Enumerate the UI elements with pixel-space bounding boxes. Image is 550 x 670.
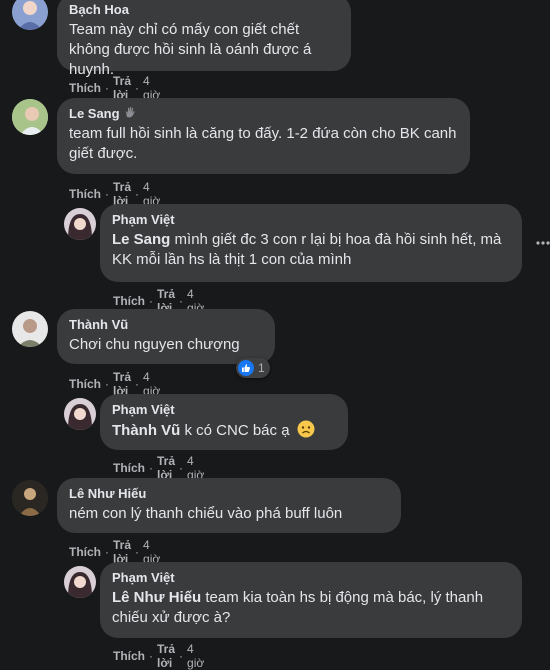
reply-link[interactable]: Trả lời <box>157 642 175 670</box>
separator: · <box>105 81 109 95</box>
comment-bubble: Phạm Việt Le Sang mình giết đc 3 con r l… <box>100 204 522 282</box>
avatar[interactable] <box>12 311 48 347</box>
comment-body: mình giết đc 3 con r lại bị hoa đà hồi s… <box>112 231 502 268</box>
author-name[interactable]: Le Sang <box>69 106 120 122</box>
separator: · <box>179 461 184 475</box>
separator: · <box>179 649 184 663</box>
separator: · <box>149 294 153 308</box>
comment-author[interactable]: Bạch Hoa <box>69 2 339 18</box>
comment-author: Le Sang <box>69 106 458 122</box>
comment-author[interactable]: Lê Như Hiếu <box>69 486 389 502</box>
comment-bubble: Thành Vũ Chơi chu nguyen chượng <box>57 309 275 364</box>
like-link[interactable]: Thích <box>113 461 145 475</box>
comment-text: Lê Như Hiếu team kia toàn hs bị động mà … <box>112 588 510 628</box>
comment-bubble: Lê Như Hiếu ném con lý thanh chiểu vào p… <box>57 478 401 533</box>
frown-emoji-icon <box>297 420 315 444</box>
comment-bubble: Phạm Việt Lê Như Hiếu team kia toàn hs b… <box>100 562 522 638</box>
comment-text: team full hồi sinh là căng to đấy. 1-2 đ… <box>69 125 457 162</box>
comment-text: Le Sang mình giết đc 3 con r lại bị hoa … <box>112 230 510 270</box>
like-link[interactable]: Thích <box>69 187 101 201</box>
comment-actions: Thích · Trả lời · 4 giờ <box>113 642 204 670</box>
separator: · <box>105 377 109 391</box>
comment-author[interactable]: Phạm Việt <box>112 212 510 228</box>
comment-time[interactable]: 4 giờ <box>187 642 204 670</box>
comment-author[interactable]: Phạm Việt <box>112 402 336 418</box>
separator: · <box>179 294 184 308</box>
avatar[interactable] <box>64 566 96 598</box>
separator: · <box>149 649 153 663</box>
comment-bubble: Phạm Việt Thành Vũ k có CNC bác ạ <box>100 394 348 450</box>
avatar[interactable] <box>12 480 48 516</box>
comment-text: ném con lý thanh chiểu vào phá buff luôn <box>69 505 343 522</box>
comment-body: k có CNC bác ạ <box>180 422 290 439</box>
separator: · <box>105 187 109 201</box>
comment-author[interactable]: Phạm Việt <box>112 570 510 586</box>
comment-bubble: Le Sang team full hồi sinh là căng to đấ… <box>57 98 470 174</box>
avatar[interactable] <box>12 99 48 135</box>
wave-hand-icon <box>124 106 136 122</box>
comment-bubble: Bạch Hoa Team này chỉ có mấy con giết ch… <box>57 0 351 78</box>
comment-text: Thành Vũ k có CNC bác ạ <box>112 420 336 444</box>
like-link[interactable]: Thích <box>69 377 101 391</box>
mention-link[interactable]: Lê Như Hiếu <box>112 589 201 606</box>
like-link[interactable]: Thích <box>69 81 101 95</box>
avatar[interactable] <box>64 208 96 240</box>
mention-link[interactable]: Thành Vũ <box>112 422 180 439</box>
separator: · <box>135 81 140 95</box>
reaction-count: 1 <box>258 361 265 375</box>
separator: · <box>135 545 140 559</box>
avatar[interactable] <box>64 398 96 430</box>
separator: · <box>135 187 140 201</box>
separator: · <box>149 461 153 475</box>
reaction-badge[interactable]: 1 <box>236 358 270 378</box>
avatar[interactable] <box>12 0 48 30</box>
like-reaction-icon <box>238 360 254 376</box>
comment-text: Team này chỉ có mấy con giết chết không … <box>69 21 312 78</box>
separator: · <box>135 377 140 391</box>
like-link[interactable]: Thích <box>113 294 145 308</box>
like-link[interactable]: Thích <box>113 649 145 663</box>
mention-link[interactable]: Le Sang <box>112 231 170 248</box>
comment-author[interactable]: Thành Vũ <box>69 317 263 333</box>
like-link[interactable]: Thích <box>69 545 101 559</box>
separator: · <box>105 545 109 559</box>
comment-text: Chơi chu nguyen chượng <box>69 336 240 353</box>
more-options-icon[interactable] <box>536 236 550 255</box>
